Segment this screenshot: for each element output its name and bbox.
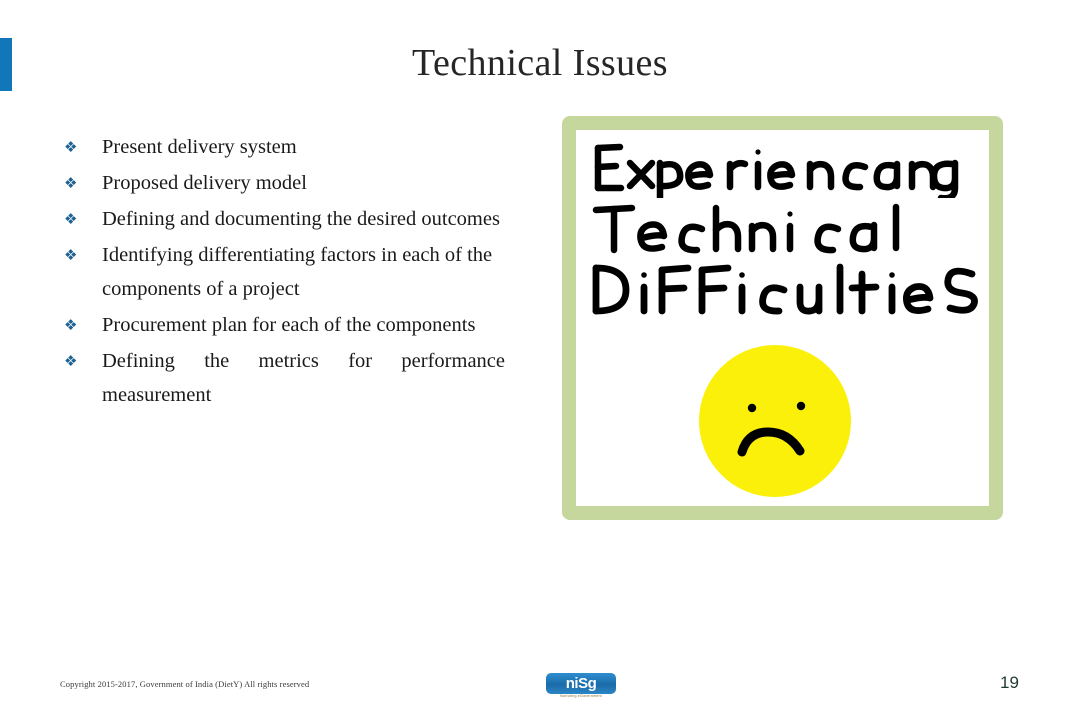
slide-canvas: Technical Issues ❖ Present delivery syst… [0,0,1080,720]
list-item-label: Present delivery system [102,136,297,158]
list-item-label: Proposed delivery model [102,172,307,194]
diamond-bullet-icon: ❖ [64,352,78,370]
diamond-bullet-icon: ❖ [64,316,78,334]
page-title: Technical Issues [412,42,668,84]
bullet-list: ❖ Present delivery system ❖ Proposed del… [60,130,505,414]
list-item: ❖ Identifying differentiating factors in… [60,238,505,306]
list-item-label: Defining the metrics for performance mea… [102,350,505,406]
illustration-canvas [576,130,989,506]
list-item: ❖ Procurement plan for each of the compo… [60,308,505,342]
illustration-frame [562,116,1003,520]
logo-wordmark: niSg [565,675,597,692]
handwritten-line-3 [588,256,989,331]
page-number: 19 [1000,673,1019,692]
diamond-bullet-icon: ❖ [64,138,78,156]
handwriting-svg-3 [592,263,978,315]
diamond-bullet-icon: ❖ [64,174,78,192]
handwriting-svg-1 [594,143,959,202]
sad-face-icon [699,345,851,497]
list-item: ❖ Defining the metrics for performance m… [60,344,505,412]
list-item: ❖ Proposed delivery model [60,166,505,200]
logo-badge: niSg [546,673,616,694]
list-item: ❖ Defining and documenting the desired o… [60,202,505,236]
list-item-label: Identifying differentiating factors in e… [102,244,493,300]
list-item-label: Procurement plan for each of the compone… [102,314,476,336]
copyright-text: Copyright 2015-2017, Government of India… [60,679,310,689]
handwriting-svg-2 [592,203,900,254]
logo-tagline: Nurturing eGovernment [560,694,602,698]
diamond-bullet-icon: ❖ [64,210,78,228]
list-item-label: Defining and documenting the desired out… [102,208,500,230]
list-item: ❖ Present delivery system [60,130,505,164]
diamond-bullet-icon: ❖ [64,246,78,264]
nisg-logo: niSg Nurturing eGovernment [546,673,616,701]
